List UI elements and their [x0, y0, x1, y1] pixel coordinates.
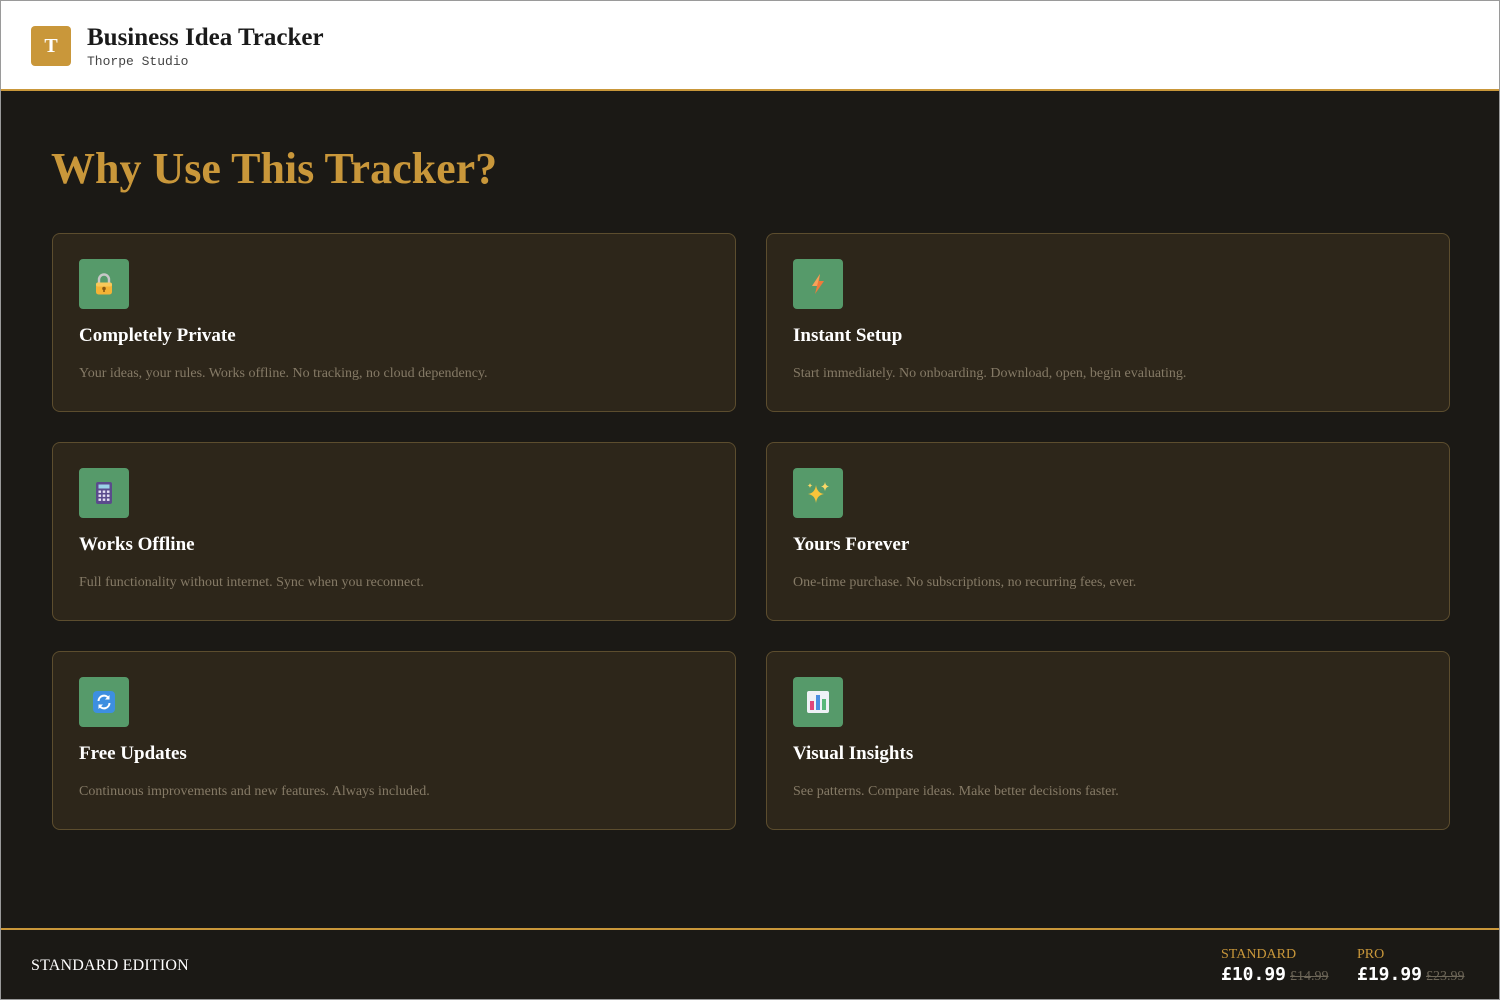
feature-title: Completely Private	[79, 325, 236, 346]
feature-title: Instant Setup	[793, 325, 903, 346]
feature-title: Works Offline	[79, 534, 195, 555]
lightning-icon	[793, 259, 843, 309]
feature-description: Start immediately. No onboarding. Downlo…	[793, 366, 1187, 381]
edition-label: STANDARD EDITION	[31, 957, 189, 974]
footer-bar: STANDARD EDITION STANDARD £10.99 £14.99 …	[1, 928, 1499, 999]
feature-description: One-time purchase. No subscriptions, no …	[793, 575, 1137, 590]
page-title: Why Use This Tracker?	[51, 144, 498, 193]
feature-description: Your ideas, your rules. Works offline. N…	[79, 366, 488, 381]
feature-card-offline: Works Offline Full functionality without…	[52, 442, 736, 621]
original-price: £23.99	[1426, 969, 1465, 984]
feature-card-updates: Free Updates Continuous improvements and…	[52, 651, 736, 830]
app-title: Business Idea Tracker	[87, 24, 324, 51]
feature-title: Yours Forever	[793, 534, 910, 555]
feature-card-setup: Instant Setup Start immediately. No onbo…	[766, 233, 1450, 412]
price-tier-label: STANDARD	[1221, 947, 1297, 962]
bar-chart-icon	[793, 677, 843, 727]
feature-card-private: Completely Private Your ideas, your rule…	[52, 233, 736, 412]
original-price: £14.99	[1290, 969, 1329, 984]
feature-card-forever: Yours Forever One-time purchase. No subs…	[766, 442, 1450, 621]
price-standard: STANDARD £10.99 £14.99	[1221, 947, 1329, 985]
feature-description: Continuous improvements and new features…	[79, 784, 430, 799]
app-header: T Business Idea Tracker Thorpe Studio	[1, 1, 1499, 91]
sparkles-icon	[793, 468, 843, 518]
main-content: Why Use This Tracker? Completely Private…	[1, 93, 1499, 928]
current-price: £19.99	[1357, 964, 1423, 985]
current-price: £10.99	[1221, 964, 1287, 985]
app-logo: T	[31, 26, 71, 66]
price-tier-label: PRO	[1357, 947, 1385, 962]
feature-title: Free Updates	[79, 743, 187, 764]
lock-icon	[79, 259, 129, 309]
feature-title: Visual Insights	[793, 743, 914, 764]
app-subtitle: Thorpe Studio	[87, 54, 189, 69]
calculator-icon	[79, 468, 129, 518]
feature-card-insights: Visual Insights See patterns. Compare id…	[766, 651, 1450, 830]
feature-description: See patterns. Compare ideas. Make better…	[793, 784, 1119, 799]
refresh-icon	[79, 677, 129, 727]
feature-description: Full functionality without internet. Syn…	[79, 575, 424, 590]
price-pro: PRO £19.99 £23.99	[1357, 947, 1465, 985]
